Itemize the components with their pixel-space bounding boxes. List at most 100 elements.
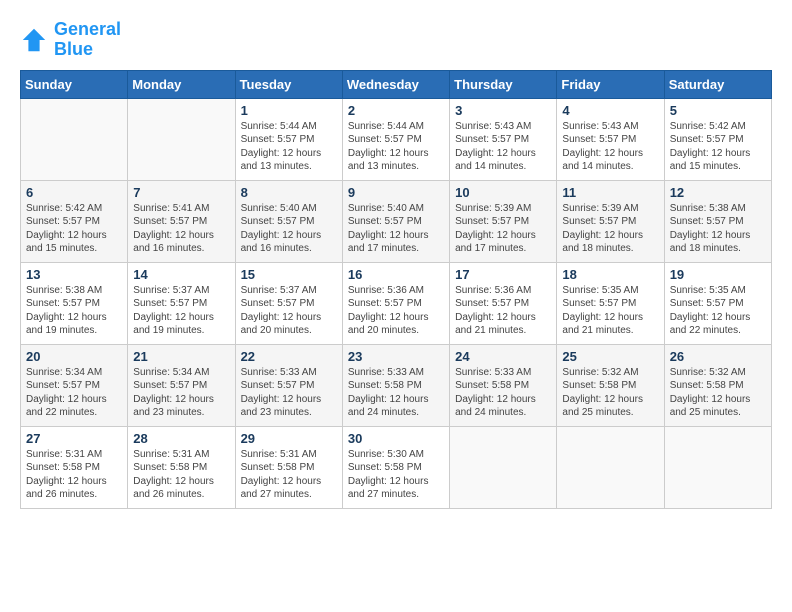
day-info: Sunrise: 5:37 AMSunset: 5:57 PMDaylight:… bbox=[133, 284, 229, 338]
day-info: Sunrise: 5:43 AMSunset: 5:57 PMDaylight:… bbox=[562, 120, 658, 174]
day-cell-1: 1 Sunrise: 5:44 AMSunset: 5:57 PMDaylight… bbox=[235, 98, 342, 180]
day-info: Sunrise: 5:39 AMSunset: 5:57 PMDaylight:… bbox=[455, 202, 551, 256]
day-cell-29: 29 Sunrise: 5:31 AMSunset: 5:58 PMDayligh… bbox=[235, 426, 342, 508]
day-cell-18: 18 Sunrise: 5:35 AMSunset: 5:57 PMDayligh… bbox=[557, 262, 664, 344]
day-info: Sunrise: 5:41 AMSunset: 5:57 PMDaylight:… bbox=[133, 202, 229, 256]
day-info: Sunrise: 5:43 AMSunset: 5:57 PMDaylight:… bbox=[455, 120, 551, 174]
day-info: Sunrise: 5:31 AMSunset: 5:58 PMDaylight:… bbox=[241, 448, 337, 502]
weekday-header-wednesday: Wednesday bbox=[342, 70, 449, 98]
day-cell-2: 2 Sunrise: 5:44 AMSunset: 5:57 PMDaylight… bbox=[342, 98, 449, 180]
day-info: Sunrise: 5:35 AMSunset: 5:57 PMDaylight:… bbox=[670, 284, 766, 338]
day-number: 9 bbox=[348, 185, 444, 200]
day-number: 15 bbox=[241, 267, 337, 282]
weekday-header-sunday: Sunday bbox=[21, 70, 128, 98]
day-cell-22: 22 Sunrise: 5:33 AMSunset: 5:57 PMDayligh… bbox=[235, 344, 342, 426]
day-number: 10 bbox=[455, 185, 551, 200]
day-cell-12: 12Sunrise: 5:38 AMSunset: 5:57 PMDayligh… bbox=[664, 180, 771, 262]
day-info: Sunrise: 5:35 AMSunset: 5:57 PMDaylight:… bbox=[562, 284, 658, 338]
week-row-3: 13Sunrise: 5:38 AMSunset: 5:57 PMDayligh… bbox=[21, 262, 772, 344]
day-number: 3 bbox=[455, 103, 551, 118]
day-cell-7: 7 Sunrise: 5:41 AMSunset: 5:57 PMDaylight… bbox=[128, 180, 235, 262]
weekday-header-thursday: Thursday bbox=[450, 70, 557, 98]
day-number: 12 bbox=[670, 185, 766, 200]
day-info: Sunrise: 5:34 AMSunset: 5:57 PMDaylight:… bbox=[133, 366, 229, 420]
day-info: Sunrise: 5:36 AMSunset: 5:57 PMDaylight:… bbox=[348, 284, 444, 338]
calendar: SundayMondayTuesdayWednesdayThursdayFrid… bbox=[20, 70, 772, 509]
day-number: 5 bbox=[670, 103, 766, 118]
day-info: Sunrise: 5:33 AMSunset: 5:58 PMDaylight:… bbox=[455, 366, 551, 420]
day-number: 18 bbox=[562, 267, 658, 282]
day-cell-23: 23 Sunrise: 5:33 AMSunset: 5:58 PMDayligh… bbox=[342, 344, 449, 426]
day-cell-4: 4 Sunrise: 5:43 AMSunset: 5:57 PMDaylight… bbox=[557, 98, 664, 180]
day-number: 28 bbox=[133, 431, 229, 446]
day-number: 4 bbox=[562, 103, 658, 118]
day-info: Sunrise: 5:32 AMSunset: 5:58 PMDaylight:… bbox=[562, 366, 658, 420]
day-info: Sunrise: 5:33 AMSunset: 5:57 PMDaylight:… bbox=[241, 366, 337, 420]
day-number: 21 bbox=[133, 349, 229, 364]
week-row-4: 20Sunrise: 5:34 AMSunset: 5:57 PMDayligh… bbox=[21, 344, 772, 426]
day-cell-26: 26Sunrise: 5:32 AMSunset: 5:58 PMDayligh… bbox=[664, 344, 771, 426]
day-info: Sunrise: 5:44 AMSunset: 5:57 PMDaylight:… bbox=[348, 120, 444, 174]
day-number: 30 bbox=[348, 431, 444, 446]
empty-cell bbox=[128, 98, 235, 180]
day-info: Sunrise: 5:38 AMSunset: 5:57 PMDaylight:… bbox=[26, 284, 122, 338]
day-cell-9: 9Sunrise: 5:40 AMSunset: 5:57 PMDaylight… bbox=[342, 180, 449, 262]
weekday-header-saturday: Saturday bbox=[664, 70, 771, 98]
day-number: 23 bbox=[348, 349, 444, 364]
empty-cell bbox=[557, 426, 664, 508]
empty-cell bbox=[450, 426, 557, 508]
day-number: 22 bbox=[241, 349, 337, 364]
day-number: 25 bbox=[562, 349, 658, 364]
day-cell-6: 6Sunrise: 5:42 AMSunset: 5:57 PMDaylight… bbox=[21, 180, 128, 262]
weekday-header-monday: Monday bbox=[128, 70, 235, 98]
day-info: Sunrise: 5:30 AMSunset: 5:58 PMDaylight:… bbox=[348, 448, 444, 502]
day-info: Sunrise: 5:42 AMSunset: 5:57 PMDaylight:… bbox=[670, 120, 766, 174]
day-cell-21: 21 Sunrise: 5:34 AMSunset: 5:57 PMDayligh… bbox=[128, 344, 235, 426]
day-info: Sunrise: 5:33 AMSunset: 5:58 PMDaylight:… bbox=[348, 366, 444, 420]
day-cell-27: 27Sunrise: 5:31 AMSunset: 5:58 PMDayligh… bbox=[21, 426, 128, 508]
day-number: 27 bbox=[26, 431, 122, 446]
day-info: Sunrise: 5:39 AMSunset: 5:57 PMDaylight:… bbox=[562, 202, 658, 256]
day-cell-28: 28 Sunrise: 5:31 AMSunset: 5:58 PMDayligh… bbox=[128, 426, 235, 508]
day-number: 19 bbox=[670, 267, 766, 282]
week-row-5: 27 Sunrise: 5:31 AMSunset: 5:58 PMDayligh… bbox=[21, 426, 772, 508]
day-info: Sunrise: 5:44 AMSunset: 5:57 PMDaylight:… bbox=[241, 120, 337, 174]
day-number: 16 bbox=[348, 267, 444, 282]
day-cell-15: 15 Sunrise: 5:37 AMSunset: 5:57 PMDayligh… bbox=[235, 262, 342, 344]
day-cell-19: 19 Sunrise: 5:35 AMSunset: 5:57 PMDayligh… bbox=[664, 262, 771, 344]
empty-cell bbox=[21, 98, 128, 180]
day-number: 17 bbox=[455, 267, 551, 282]
logo: General Blue bbox=[20, 20, 121, 60]
day-info: Sunrise: 5:40 AMSunset: 5:57 PMDaylight:… bbox=[241, 202, 337, 256]
day-cell-20: 20Sunrise: 5:34 AMSunset: 5:57 PMDayligh… bbox=[21, 344, 128, 426]
day-info: Sunrise: 5:34 AMSunset: 5:57 PMDaylight:… bbox=[26, 366, 122, 420]
day-cell-13: 13Sunrise: 5:38 AMSunset: 5:57 PMDayligh… bbox=[21, 262, 128, 344]
day-number: 24 bbox=[455, 349, 551, 364]
day-info: Sunrise: 5:37 AMSunset: 5:57 PMDaylight:… bbox=[241, 284, 337, 338]
day-cell-5: 5 Sunrise: 5:42 AMSunset: 5:57 PMDaylight… bbox=[664, 98, 771, 180]
day-cell-17: 17 Sunrise: 5:36 AMSunset: 5:57 PMDayligh… bbox=[450, 262, 557, 344]
day-info: Sunrise: 5:36 AMSunset: 5:57 PMDaylight:… bbox=[455, 284, 551, 338]
day-number: 2 bbox=[348, 103, 444, 118]
day-cell-16: 16 Sunrise: 5:36 AMSunset: 5:57 PMDayligh… bbox=[342, 262, 449, 344]
day-number: 8 bbox=[241, 185, 337, 200]
day-cell-11: 11 Sunrise: 5:39 AMSunset: 5:57 PMDayligh… bbox=[557, 180, 664, 262]
day-cell-30: 30 Sunrise: 5:30 AMSunset: 5:58 PMDayligh… bbox=[342, 426, 449, 508]
day-cell-8: 8 Sunrise: 5:40 AMSunset: 5:57 PMDaylight… bbox=[235, 180, 342, 262]
day-number: 29 bbox=[241, 431, 337, 446]
day-number: 6 bbox=[26, 185, 122, 200]
day-info: Sunrise: 5:31 AMSunset: 5:58 PMDaylight:… bbox=[133, 448, 229, 502]
weekday-header-tuesday: Tuesday bbox=[235, 70, 342, 98]
logo-icon bbox=[20, 26, 48, 54]
day-cell-25: 25 Sunrise: 5:32 AMSunset: 5:58 PMDayligh… bbox=[557, 344, 664, 426]
day-cell-3: 3 Sunrise: 5:43 AMSunset: 5:57 PMDaylight… bbox=[450, 98, 557, 180]
empty-cell bbox=[664, 426, 771, 508]
day-number: 11 bbox=[562, 185, 658, 200]
day-number: 1 bbox=[241, 103, 337, 118]
day-number: 14 bbox=[133, 267, 229, 282]
day-number: 7 bbox=[133, 185, 229, 200]
day-number: 26 bbox=[670, 349, 766, 364]
weekday-header-row: SundayMondayTuesdayWednesdayThursdayFrid… bbox=[21, 70, 772, 98]
day-cell-10: 10 Sunrise: 5:39 AMSunset: 5:57 PMDayligh… bbox=[450, 180, 557, 262]
day-cell-14: 14 Sunrise: 5:37 AMSunset: 5:57 PMDayligh… bbox=[128, 262, 235, 344]
